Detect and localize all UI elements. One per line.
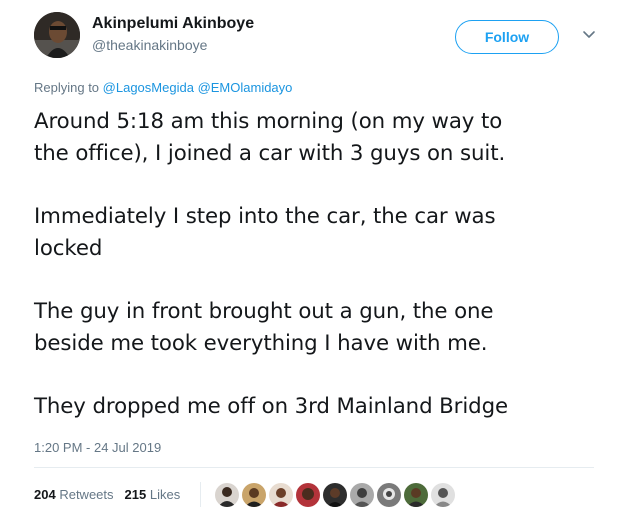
tweet-paragraph: Immediately I step into the car, the car… bbox=[34, 201, 609, 265]
author-names: Akinpelumi Akinboye @theakinakinboye bbox=[92, 14, 254, 55]
replying-to: Replying to @LagosMegida @EMOlamidayo bbox=[34, 79, 292, 97]
liker-avatars bbox=[215, 483, 458, 507]
user-avatar-icon bbox=[377, 483, 402, 507]
liker-avatar[interactable] bbox=[242, 483, 267, 507]
replying-label: Replying to bbox=[34, 80, 100, 95]
likes-label: Likes bbox=[149, 487, 181, 502]
tweet-line: Around 5:18 am this morning (on my way t… bbox=[34, 109, 503, 134]
tweet-paragraph: The guy in front brought out a gun, the … bbox=[34, 296, 609, 360]
liker-avatar[interactable] bbox=[377, 483, 402, 507]
liker-avatar[interactable] bbox=[215, 483, 240, 507]
likes-count: 215 bbox=[124, 487, 147, 502]
tweet-stats: 204 Retweets 215 Likes bbox=[34, 482, 458, 507]
user-avatar-icon bbox=[269, 483, 294, 507]
chevron-down-icon[interactable] bbox=[580, 26, 598, 44]
user-avatar-icon bbox=[296, 483, 321, 507]
tweet-header: Akinpelumi Akinboye @theakinakinboye Fol… bbox=[34, 10, 604, 62]
liker-avatar[interactable] bbox=[404, 483, 429, 507]
user-handle[interactable]: @theakinakinboye bbox=[92, 35, 254, 55]
likes-stat[interactable]: 215 Likes bbox=[125, 484, 181, 506]
stats-divider bbox=[200, 482, 202, 507]
retweets-stat[interactable]: 204 Retweets bbox=[34, 484, 114, 506]
tweet-paragraph: They dropped me off on 3rd Mainland Brid… bbox=[34, 391, 609, 423]
tweet-line: The guy in front brought out a gun, the … bbox=[34, 299, 494, 324]
user-avatar-icon bbox=[34, 12, 80, 58]
tweet-line: beside me took everything I have with me… bbox=[34, 331, 488, 356]
liker-avatar[interactable] bbox=[269, 483, 294, 507]
user-avatar-icon bbox=[215, 483, 240, 507]
mention-link[interactable]: @LagosMegida bbox=[103, 80, 194, 95]
user-avatar-icon bbox=[404, 483, 429, 507]
tweet-line: locked bbox=[34, 236, 103, 261]
tweet-timestamp[interactable]: 1:20 PM - 24 Jul 2019 bbox=[34, 439, 161, 457]
user-avatar-icon bbox=[350, 483, 375, 507]
user-avatar-icon bbox=[431, 483, 456, 507]
retweets-count: 204 bbox=[34, 487, 56, 502]
user-avatar-icon bbox=[242, 483, 267, 507]
mention-link[interactable]: @EMOlamidayo bbox=[198, 80, 293, 95]
tweet-line: They dropped me off on 3rd Mainland Brid… bbox=[34, 394, 508, 419]
follow-button[interactable]: Follow bbox=[455, 20, 559, 54]
liker-avatar[interactable] bbox=[350, 483, 375, 507]
liker-avatar[interactable] bbox=[323, 483, 348, 507]
tweet-line: the office), I joined a car with 3 guys … bbox=[34, 141, 506, 166]
liker-avatar[interactable] bbox=[296, 483, 321, 507]
user-avatar-icon bbox=[323, 483, 348, 507]
avatar[interactable] bbox=[34, 12, 80, 58]
tweet-paragraph: Around 5:18 am this morning (on my way t… bbox=[34, 106, 609, 170]
tweet-text: Around 5:18 am this morning (on my way t… bbox=[34, 106, 609, 423]
tweet-line: Immediately I step into the car, the car… bbox=[34, 204, 496, 229]
divider bbox=[34, 467, 594, 468]
retweets-label: Retweets bbox=[59, 487, 114, 502]
display-name[interactable]: Akinpelumi Akinboye bbox=[92, 14, 254, 34]
tweet: Akinpelumi Akinboye @theakinakinboye Fol… bbox=[0, 0, 629, 507]
liker-avatar[interactable] bbox=[431, 483, 456, 507]
